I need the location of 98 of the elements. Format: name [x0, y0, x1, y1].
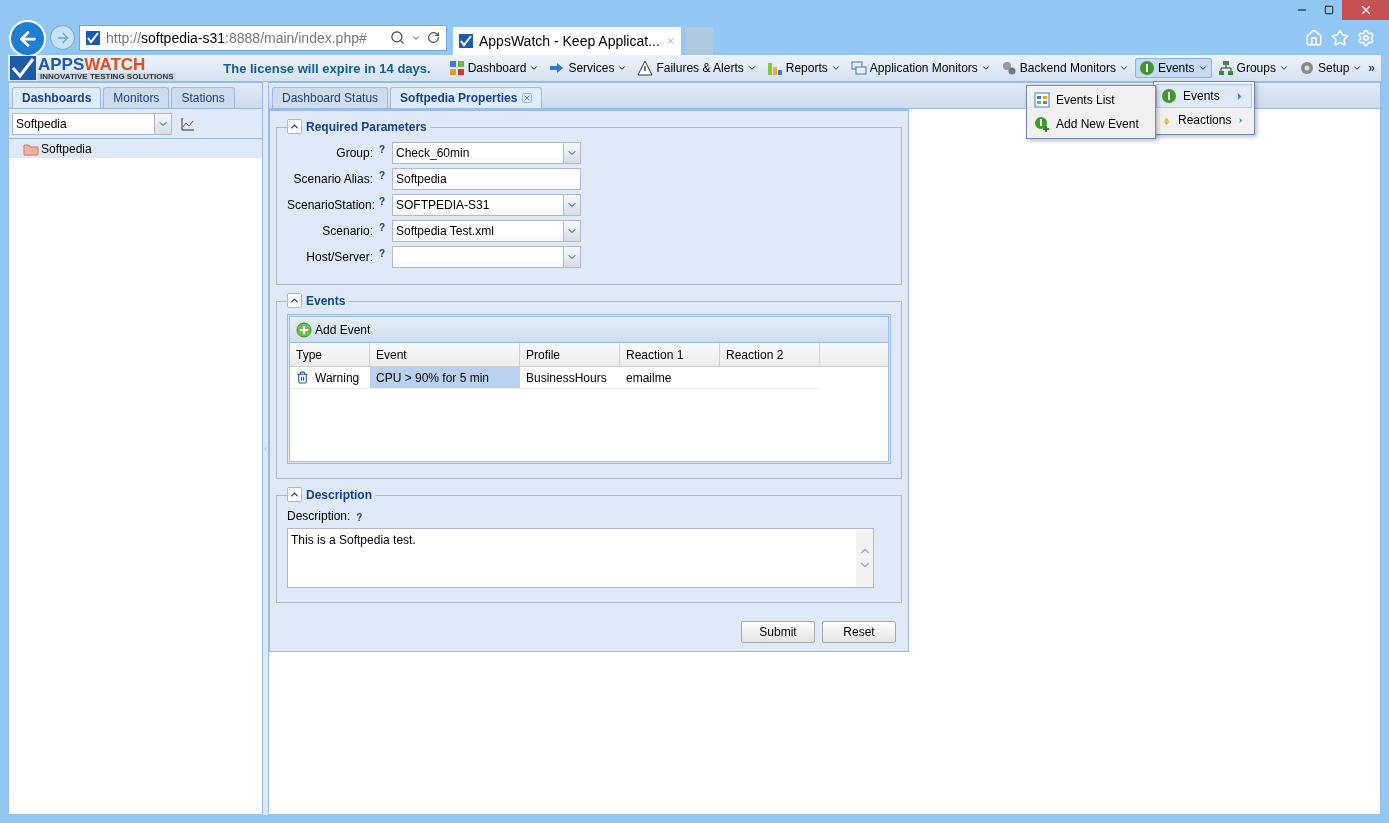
- help-link[interactable]: ?: [356, 512, 370, 523]
- maximize-icon: [1323, 5, 1334, 15]
- trash-icon[interactable]: [296, 371, 309, 384]
- menu-item[interactable]: Failures & Alerts: [633, 58, 761, 78]
- column-header[interactable]: Type: [290, 343, 370, 366]
- column-header[interactable]: Reaction 2: [720, 343, 820, 366]
- content-tab[interactable]: Dashboard Status: [272, 87, 389, 108]
- list-icon: [1034, 92, 1050, 108]
- back-button[interactable]: [9, 20, 46, 57]
- help-link[interactable]: ?: [379, 248, 392, 259]
- checkmark-icon: [10, 56, 36, 80]
- tree-item[interactable]: Softpedia: [9, 139, 262, 158]
- chevron-up-icon: [289, 121, 300, 132]
- caret-icon: [1352, 63, 1363, 73]
- menu-item[interactable]: Backend Monitors: [996, 58, 1133, 78]
- caret-icon: [980, 63, 991, 73]
- refresh-icon[interactable]: [427, 31, 440, 44]
- field-label: Scenario Alias:: [292, 172, 373, 186]
- section-title: Required Parameters: [306, 119, 427, 134]
- field-label: Host/Server:: [305, 250, 373, 264]
- grid-icon: [448, 60, 465, 76]
- column-header[interactable]: Event: [370, 343, 520, 366]
- menu-entry[interactable]: Reactions: [1156, 108, 1252, 132]
- settings-icon: [1298, 60, 1315, 76]
- input-field[interactable]: Softpedia: [392, 168, 581, 190]
- menu-item[interactable]: Events: [1134, 58, 1212, 78]
- forward-button[interactable]: [50, 25, 75, 50]
- info-icon: [1161, 88, 1177, 104]
- caret-icon: [1278, 63, 1289, 73]
- column-header[interactable]: Reaction 1: [620, 343, 720, 366]
- field-label: ScenarioStation:: [287, 198, 373, 212]
- plus-circle-icon: [296, 321, 312, 338]
- field-label: Group:: [335, 146, 373, 160]
- menu-item[interactable]: Application Monitors: [846, 58, 995, 78]
- dashboard-select[interactable]: Softpedia: [12, 112, 172, 135]
- sidebar-tab[interactable]: Stations: [171, 87, 235, 108]
- collapse-button[interactable]: [287, 293, 302, 308]
- add-event-button[interactable]: Add Event: [296, 321, 371, 338]
- select-field[interactable]: Check_60min: [392, 142, 581, 164]
- menu-item[interactable]: Dashboard: [444, 58, 544, 78]
- submit-button[interactable]: Submit: [741, 621, 815, 643]
- section-title: Events: [306, 293, 346, 308]
- tagline: INNOVATIVE TESTING SOLUTIONS: [38, 72, 176, 81]
- settings-icon[interactable]: [1357, 28, 1375, 47]
- column-header[interactable]: Profile: [520, 343, 620, 366]
- checkmark-icon: [459, 33, 473, 48]
- windows-icon: [850, 60, 867, 76]
- select-field[interactable]: SOFTPEDIA-S31: [392, 194, 581, 216]
- close-icon[interactable]: [522, 93, 533, 103]
- add-icon: [1034, 116, 1050, 132]
- menu-item[interactable]: Groups: [1213, 58, 1293, 78]
- browser-tab[interactable]: AppsWatch - Keep Applicat...: [453, 26, 681, 55]
- checkmark-icon: [86, 30, 100, 45]
- caret-icon: [617, 63, 628, 73]
- collapse-button[interactable]: [287, 119, 302, 134]
- sidebar-tab[interactable]: Monitors: [103, 87, 170, 108]
- menu-entry[interactable]: Events List: [1029, 88, 1153, 112]
- info-icon: [1138, 60, 1155, 76]
- chevron-left-icon: [263, 445, 268, 452]
- select-field[interactable]: Softpedia Test.xml: [392, 220, 581, 242]
- menu-item[interactable]: Setup: [1294, 58, 1367, 78]
- home-icon[interactable]: [1305, 28, 1323, 47]
- menu-item[interactable]: Services: [545, 58, 632, 78]
- caret-icon: [830, 63, 841, 73]
- content-tab[interactable]: Softpedia Properties: [390, 87, 543, 108]
- help-link[interactable]: ?: [379, 196, 392, 207]
- collapse-button[interactable]: [287, 487, 302, 502]
- search-icon[interactable]: [390, 30, 405, 45]
- description-field[interactable]: This is a Softpedia test.: [287, 528, 874, 588]
- network-icon: [1217, 60, 1234, 76]
- scrollbar[interactable]: [856, 529, 873, 587]
- line-chart-icon: [180, 115, 196, 132]
- warning-icon: [637, 60, 654, 76]
- star-icon[interactable]: [1331, 28, 1349, 47]
- select-field[interactable]: [392, 246, 581, 268]
- caret-icon: [746, 63, 757, 73]
- sidebar-tab[interactable]: Dashboards: [12, 87, 102, 108]
- help-link[interactable]: ?: [379, 170, 392, 181]
- section-title: Description: [306, 487, 372, 502]
- license-notice: The license will expire in 14 days.: [223, 60, 431, 76]
- caret-icon: [1197, 63, 1208, 73]
- help-link[interactable]: ?: [379, 144, 392, 155]
- bar-chart-icon: [766, 60, 783, 76]
- chevron-up-icon: [289, 295, 300, 306]
- overflow-button[interactable]: »: [1368, 61, 1375, 75]
- menu-item[interactable]: Reports: [762, 58, 845, 78]
- logo-text: APPSWATCH: [38, 55, 147, 73]
- address-field[interactable]: http://softpedia-s31:8888/main/index.php#: [79, 24, 447, 51]
- menu-entry[interactable]: Add New Event: [1029, 112, 1153, 136]
- caret-icon: [1118, 63, 1129, 73]
- menu-entry[interactable]: Events: [1156, 84, 1252, 108]
- help-link[interactable]: ?: [379, 222, 392, 233]
- field-label: Scenario:: [321, 224, 373, 238]
- field-label: Description:: [287, 508, 351, 523]
- caret-icon: [529, 63, 540, 73]
- chevron-up-icon: [289, 489, 300, 500]
- table-cell[interactable]: CPU > 90% for 5 min: [370, 367, 520, 389]
- reset-button[interactable]: Reset: [822, 621, 896, 643]
